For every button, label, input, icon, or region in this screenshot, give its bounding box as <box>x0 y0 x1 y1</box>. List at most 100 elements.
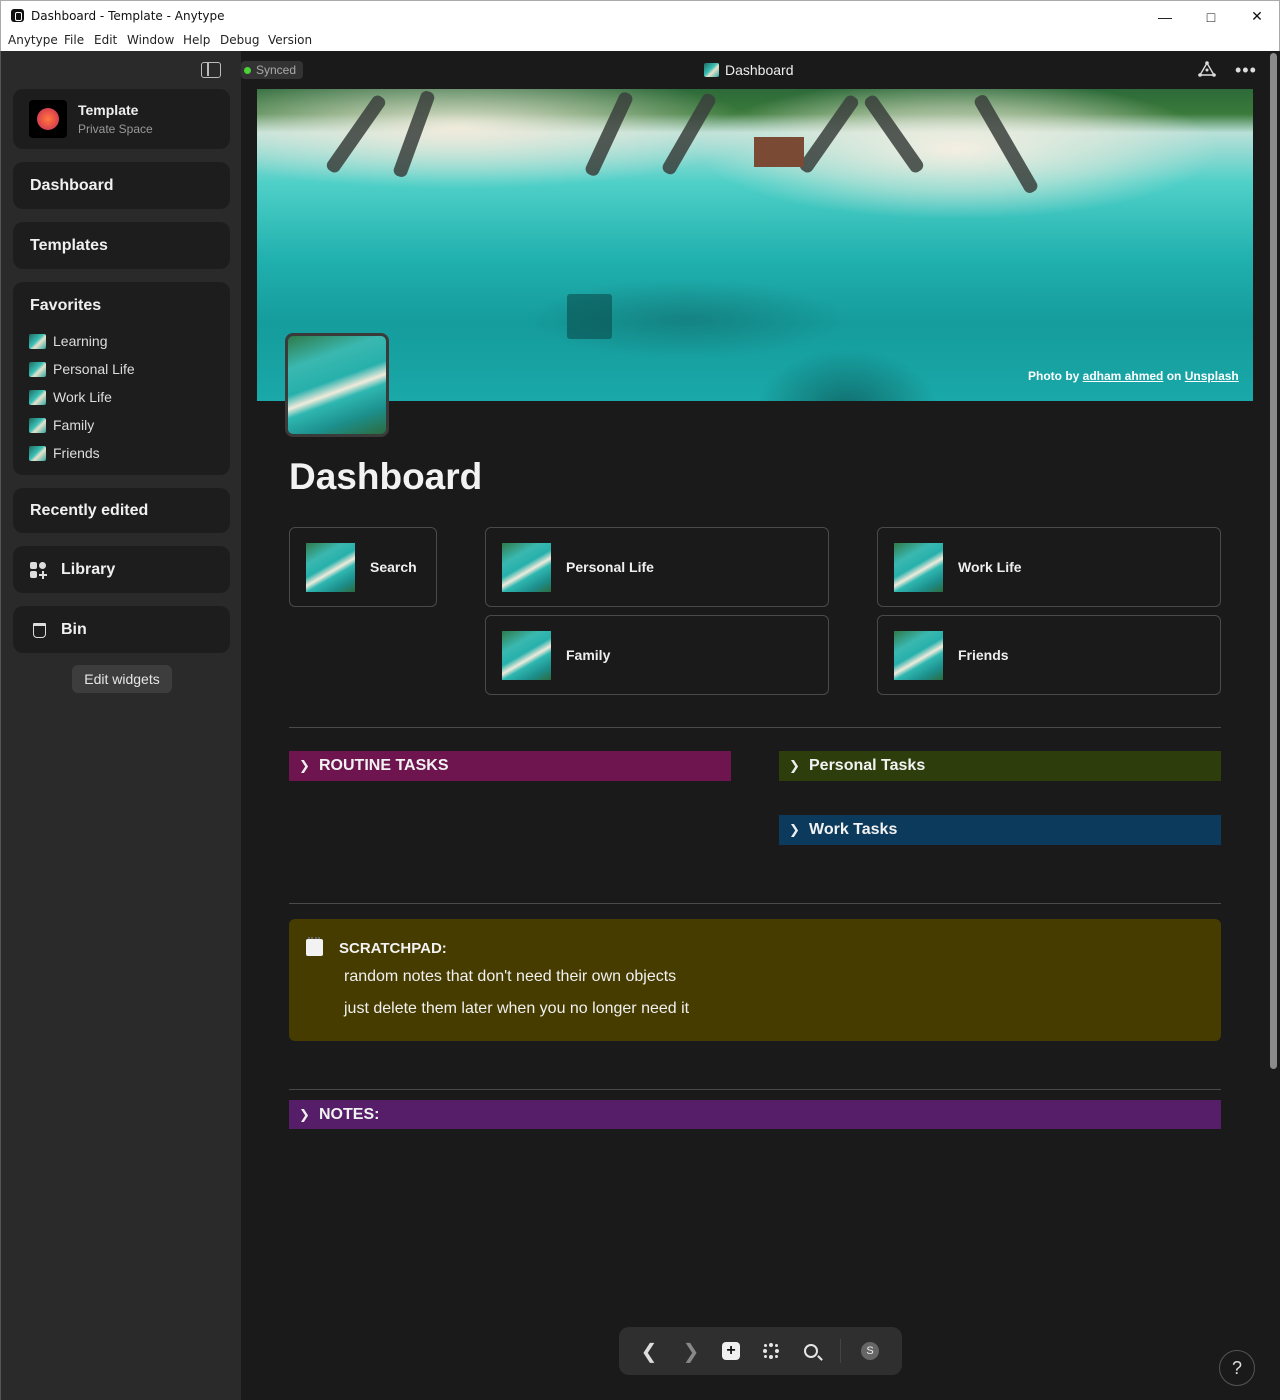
favorite-item-work-life[interactable]: Work Life <box>29 389 112 405</box>
graph-icon[interactable] <box>1198 61 1216 77</box>
card-thumbnail <box>894 631 943 680</box>
widget-templates-label: Templates <box>30 237 108 254</box>
back-arrow-icon[interactable]: ❮ <box>637 1339 661 1363</box>
menu-version[interactable]: Version <box>268 33 312 47</box>
menu-bar: Anytype File Edit Window Help Debug Vers… <box>0 31 1280 51</box>
link-card-work-life[interactable]: Work Life <box>877 527 1221 607</box>
cover-pier <box>324 93 388 175</box>
space-subtitle: Private Space <box>78 122 153 136</box>
scratchpad-line[interactable]: random notes that don't need their own o… <box>344 968 676 986</box>
widget-library-label: Library <box>61 561 116 578</box>
cover-pier <box>660 91 718 177</box>
cover-pier <box>972 92 1040 196</box>
chevron-right-icon[interactable]: ❯ <box>789 822 809 838</box>
chevron-right-icon[interactable]: ❯ <box>789 758 809 774</box>
scrollbar-thumb[interactable] <box>1270 53 1277 1069</box>
space-widget[interactable]: Template Private Space <box>13 89 230 149</box>
widget-dashboard[interactable]: Dashboard <box>13 162 230 209</box>
favorite-item-personal-life[interactable]: Personal Life <box>29 361 135 377</box>
space-avatar <box>29 100 67 138</box>
window-title: Dashboard - Template - Anytype <box>31 9 225 23</box>
widget-recently-edited-label: Recently edited <box>30 502 149 519</box>
page-title[interactable]: Dashboard <box>289 456 482 498</box>
create-object-button[interactable]: + <box>719 1339 743 1363</box>
scratchpad-callout[interactable]: SCRATCHPAD: random notes that don't need… <box>289 919 1221 1041</box>
header-page-name: Dashboard <box>725 62 794 78</box>
menu-edit[interactable]: Edit <box>94 33 117 47</box>
widget-library[interactable]: Library <box>13 546 230 593</box>
link-card-search[interactable]: Search <box>289 527 437 607</box>
more-options-icon[interactable]: ••• <box>1235 61 1257 79</box>
toggle-routine-tasks[interactable]: ❯ ROUTINE TASKS <box>289 751 731 781</box>
toggle-personal-tasks[interactable]: ❯ Personal Tasks <box>779 751 1221 781</box>
widget-templates[interactable]: Templates <box>13 222 230 269</box>
toggle-work-tasks[interactable]: ❯ Work Tasks <box>779 815 1221 845</box>
toggle-notes[interactable]: ❯ NOTES: <box>289 1100 1221 1129</box>
sync-status-badge[interactable]: Synced <box>241 61 304 79</box>
notepad-icon[interactable] <box>306 937 323 956</box>
sidebar: Template Private Space Dashboard Templat… <box>0 51 241 1400</box>
sidebar-toggle-icon[interactable] <box>201 62 221 78</box>
space-name: Template <box>78 102 139 118</box>
cover-pier <box>583 90 635 178</box>
page-icon-image[interactable] <box>285 333 389 437</box>
link-card-friends[interactable]: Friends <box>877 615 1221 695</box>
menu-debug[interactable]: Debug <box>220 33 259 47</box>
scratchpad-line[interactable]: just delete them later when you no longe… <box>344 1000 689 1018</box>
favorite-item-family[interactable]: Family <box>29 417 94 433</box>
photo-site-link[interactable]: Unsplash <box>1185 369 1239 383</box>
forward-arrow-icon[interactable]: ❯ <box>679 1339 703 1363</box>
widget-bin-label: Bin <box>61 621 87 638</box>
dots-grid-icon <box>763 1343 779 1359</box>
header-page-title[interactable]: Dashboard <box>704 62 794 78</box>
object-thumbnail-icon <box>29 333 46 349</box>
plus-icon: + <box>722 1342 740 1360</box>
divider <box>289 903 1221 904</box>
card-thumbnail <box>502 543 551 592</box>
maximize-button[interactable]: □ <box>1188 1 1234 32</box>
object-thumbnail-icon <box>29 445 46 461</box>
search-button[interactable] <box>799 1339 823 1363</box>
link-card-family[interactable]: Family <box>485 615 829 695</box>
bottom-navbar: ❮ ❯ + S <box>619 1327 902 1375</box>
favorite-item-learning[interactable]: Learning <box>29 333 108 349</box>
navbar-separator <box>840 1339 841 1363</box>
anytype-logo-icon <box>11 9 24 22</box>
bin-icon <box>33 623 46 638</box>
card-thumbnail <box>306 543 355 592</box>
edit-widgets-button[interactable]: Edit widgets <box>72 665 172 693</box>
title-bar: Dashboard - Template - Anytype — □ ✕ <box>0 0 1280 31</box>
cover-shadow <box>567 294 612 339</box>
cover-deck <box>754 137 804 167</box>
menu-file[interactable]: File <box>64 33 84 47</box>
link-card-personal-life[interactable]: Personal Life <box>485 527 829 607</box>
scrollbar[interactable] <box>1268 51 1279 1400</box>
object-thumbnail-icon <box>29 361 46 377</box>
widget-bin[interactable]: Bin <box>13 606 230 653</box>
favorite-item-friends[interactable]: Friends <box>29 445 100 461</box>
menu-help[interactable]: Help <box>183 33 210 47</box>
graph-view-button[interactable] <box>759 1339 783 1363</box>
profile-button[interactable]: S <box>858 1339 882 1363</box>
minimize-button[interactable]: — <box>1142 1 1188 32</box>
chevron-right-icon[interactable]: ❯ <box>299 758 319 774</box>
library-icon <box>30 562 48 580</box>
widget-favorites: Favorites Learning Personal Life Work Li… <box>13 282 230 475</box>
photo-credit: Photo by adham ahmed on Unsplash <box>1028 369 1239 383</box>
object-thumbnail-icon <box>29 389 46 405</box>
card-thumbnail <box>502 631 551 680</box>
help-button[interactable]: ? <box>1219 1350 1255 1386</box>
menu-window[interactable]: Window <box>127 33 174 47</box>
object-thumbnail-icon <box>29 417 46 433</box>
photo-author-link[interactable]: adham ahmed <box>1083 369 1164 383</box>
scratchpad-title[interactable]: SCRATCHPAD: <box>339 940 447 957</box>
cover-image[interactable] <box>257 89 1253 401</box>
avatar: S <box>861 1342 879 1360</box>
menu-anytype[interactable]: Anytype <box>8 33 58 47</box>
cover-pier <box>797 93 861 175</box>
chevron-right-icon[interactable]: ❯ <box>299 1107 319 1123</box>
widget-dashboard-label: Dashboard <box>30 177 114 194</box>
widget-favorites-label[interactable]: Favorites <box>30 297 101 315</box>
close-button[interactable]: ✕ <box>1234 1 1280 32</box>
widget-recently-edited[interactable]: Recently edited <box>13 488 230 533</box>
